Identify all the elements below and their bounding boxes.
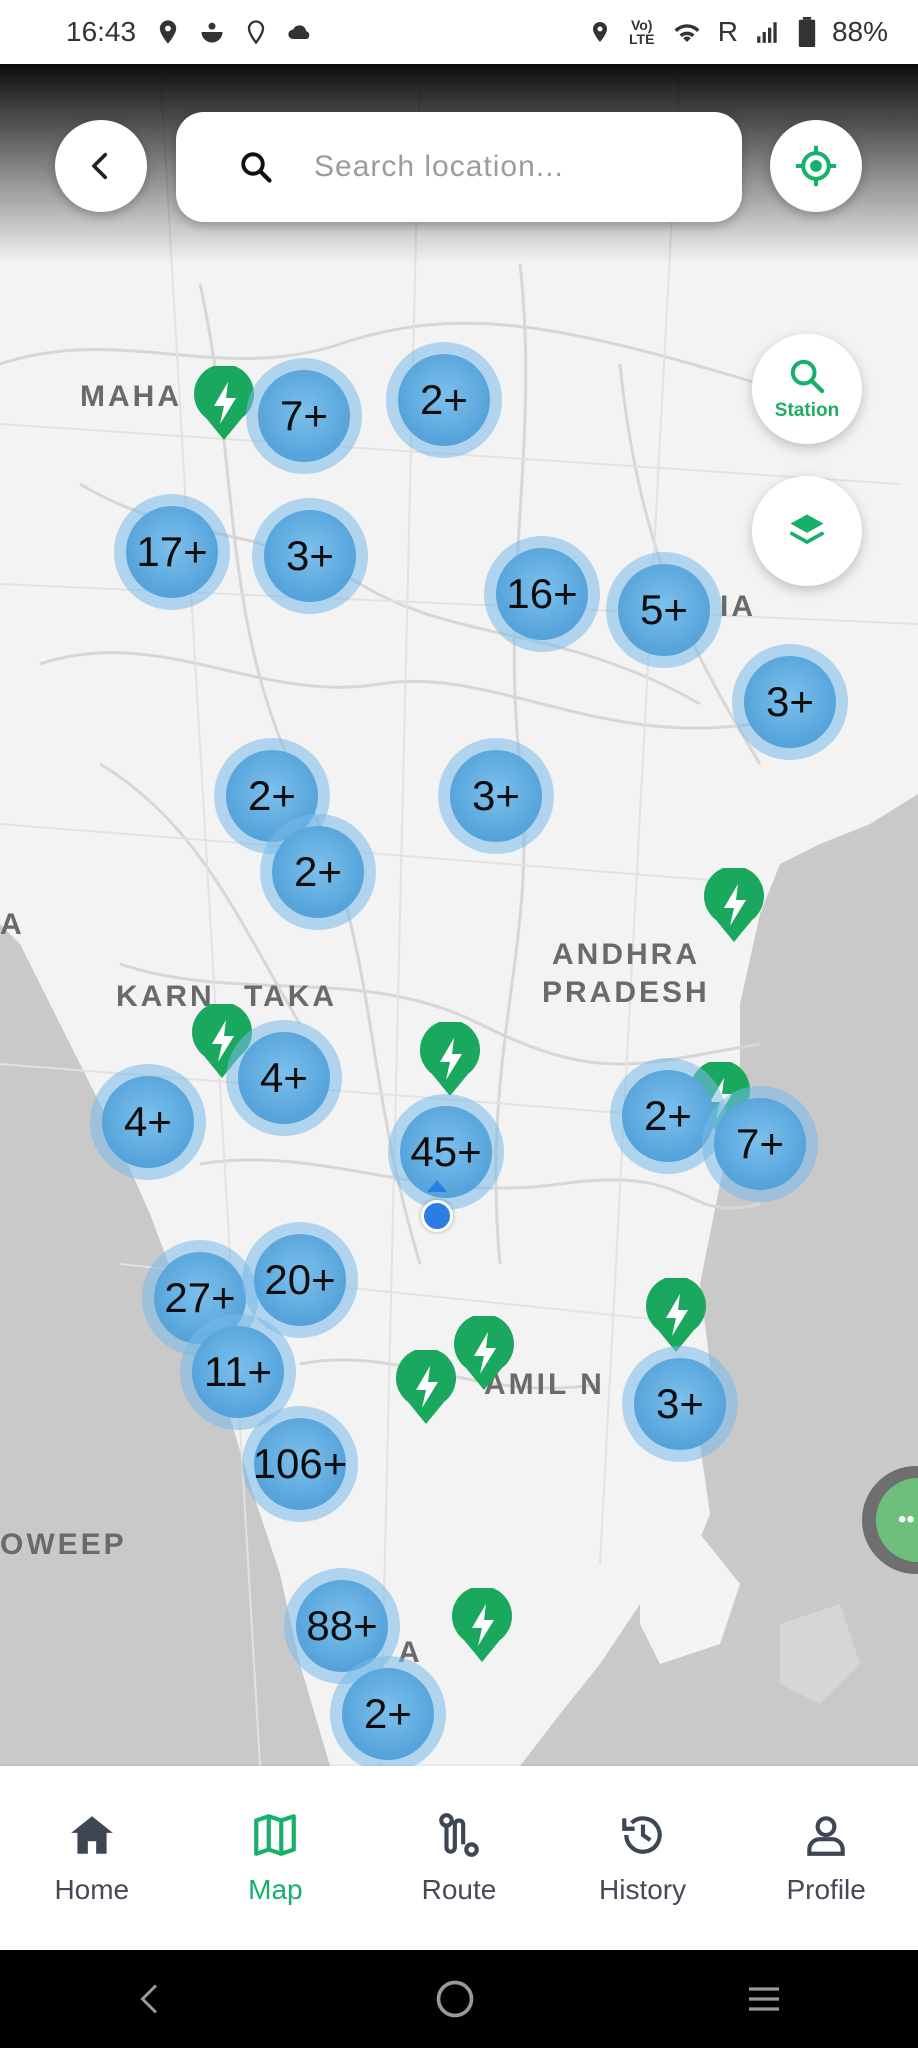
cluster-count: 3+ — [264, 510, 356, 602]
status-bar: 16:43 Vo) LTE R 88% — [0, 0, 918, 64]
station-cluster[interactable]: 17+ — [114, 494, 230, 610]
chevron-left-icon — [92, 152, 108, 180]
station-cluster[interactable]: 106+ — [242, 1406, 358, 1522]
nav-profile-label: Profile — [786, 1874, 866, 1905]
region-label: IA — [720, 590, 756, 623]
region-label: TAKA — [244, 980, 338, 1013]
region-label: ANDHRA — [552, 938, 700, 971]
map-layers-button[interactable] — [752, 476, 862, 586]
region-label: MAHA — [80, 380, 182, 413]
charging-station-pin[interactable] — [644, 1278, 708, 1354]
route-icon — [439, 1813, 479, 1857]
cluster-count: 2+ — [622, 1070, 714, 1162]
battery-percent: 88% — [831, 16, 888, 47]
nav-route[interactable]: Route — [379, 1810, 539, 1906]
cluster-count: 3+ — [634, 1358, 726, 1450]
station-cluster[interactable]: 5+ — [606, 552, 722, 668]
cluster-count: 4+ — [102, 1076, 194, 1168]
charging-station-pin[interactable] — [450, 1588, 514, 1664]
cluster-count: 20+ — [254, 1234, 346, 1326]
bottom-navigation: Home Map Route History Profile — [0, 1766, 918, 1950]
location-pin-outline-icon — [247, 20, 265, 45]
carrier-letter: R — [717, 16, 738, 47]
location-icon — [592, 22, 607, 42]
cluster-count: 7+ — [258, 370, 350, 462]
nav-home-label: Home — [54, 1874, 130, 1905]
profile-icon — [807, 1816, 845, 1856]
station-cluster[interactable]: 3+ — [732, 644, 848, 760]
station-cluster[interactable]: 2+ — [330, 1656, 446, 1766]
cluster-count: 16+ — [496, 548, 588, 640]
cluster-count: 3+ — [744, 656, 836, 748]
station-cluster[interactable]: 3+ — [252, 498, 368, 614]
cluster-count: 106+ — [253, 1418, 347, 1510]
cluster-count: 5+ — [618, 564, 710, 656]
search-bar[interactable] — [176, 112, 742, 222]
crosshair-location-icon — [795, 145, 837, 187]
charging-station-pin[interactable] — [394, 1350, 458, 1426]
region-label: OWEEP — [0, 1528, 127, 1561]
search-location-input[interactable] — [312, 149, 696, 185]
charging-station-pin[interactable] — [418, 1022, 482, 1098]
cloud-icon — [288, 25, 310, 39]
cluster-count: 11+ — [192, 1326, 284, 1418]
user-location-dot — [421, 1200, 453, 1232]
cluster-count: 4+ — [238, 1032, 330, 1124]
system-home-icon[interactable] — [433, 1977, 477, 2021]
region-label: PRADESH — [542, 976, 710, 1009]
home-icon — [70, 1816, 113, 1854]
nav-profile[interactable]: Profile — [746, 1810, 906, 1906]
station-cluster[interactable]: 3+ — [438, 738, 554, 854]
nav-home[interactable]: Home — [12, 1810, 172, 1906]
locate-me-button[interactable] — [770, 120, 862, 212]
user-heading-arrow — [427, 1180, 447, 1192]
search-icon — [790, 359, 825, 394]
cluster-count: 2+ — [272, 826, 364, 918]
bowl-icon — [201, 22, 223, 43]
nav-map[interactable]: Map — [195, 1810, 355, 1906]
station-cluster[interactable]: 4+ — [90, 1064, 206, 1180]
system-navigation-bar — [0, 1950, 918, 2048]
station-cluster[interactable]: 45+ — [388, 1094, 504, 1210]
map-view[interactable]: MAHA IA A KARN TAKA ANDHRA PRADESH AMIL … — [0, 64, 918, 1766]
back-button[interactable] — [55, 120, 147, 212]
nav-history-label: History — [599, 1874, 687, 1905]
volte-badge: Vo) LTE — [629, 17, 655, 47]
cluster-count: 2+ — [398, 354, 490, 446]
station-cluster[interactable]: 2+ — [386, 342, 502, 458]
history-icon — [621, 1816, 662, 1854]
more-dots-icon: •• — [876, 1478, 918, 1562]
cluster-count: 3+ — [450, 750, 542, 842]
region-label: A — [0, 908, 25, 941]
map-icon — [254, 1814, 297, 1856]
map-background — [0, 64, 918, 1766]
status-time: 16:43 — [66, 16, 137, 47]
station-cluster[interactable]: 7+ — [246, 358, 362, 474]
cluster-count: 17+ — [126, 506, 218, 598]
station-cluster[interactable]: 4+ — [226, 1020, 342, 1136]
charging-station-pin[interactable] — [452, 1316, 516, 1392]
system-recents-icon[interactable] — [742, 1979, 786, 2019]
station-cluster[interactable]: 7+ — [702, 1086, 818, 1202]
station-cluster[interactable]: 2+ — [260, 814, 376, 930]
cluster-count: 2+ — [342, 1668, 434, 1760]
charging-station-pin[interactable] — [702, 868, 766, 944]
nav-history[interactable]: History — [563, 1810, 723, 1906]
nav-route-label: Route — [421, 1874, 497, 1905]
nav-map-label: Map — [248, 1874, 303, 1905]
station-cluster[interactable]: 3+ — [622, 1346, 738, 1462]
station-cluster[interactable]: 16+ — [484, 536, 600, 652]
wifi-icon — [674, 24, 700, 42]
signal-icon — [757, 22, 777, 43]
station-search-label: Station — [774, 400, 840, 421]
cluster-count: 7+ — [714, 1098, 806, 1190]
battery-icon — [798, 17, 816, 47]
location-alert-icon — [159, 20, 177, 44]
search-icon — [241, 152, 272, 183]
layers-icon — [789, 514, 825, 545]
station-search-button[interactable]: Station — [752, 334, 862, 444]
system-back-icon[interactable] — [132, 1979, 168, 2019]
